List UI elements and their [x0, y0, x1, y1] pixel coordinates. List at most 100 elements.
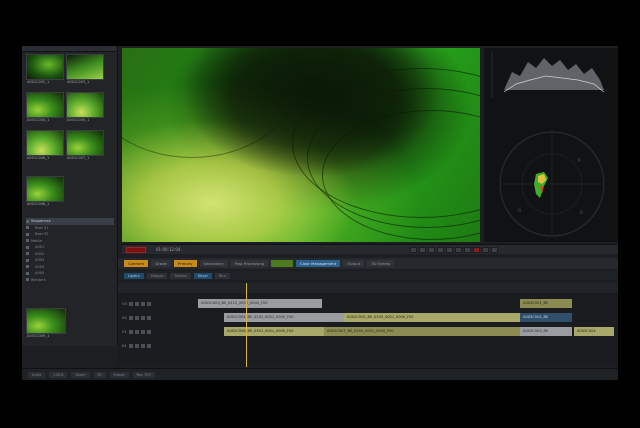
folder-icon [26, 232, 29, 236]
toolbar-button[interactable]: Keyer [194, 272, 212, 279]
record-indicator[interactable] [126, 246, 146, 253]
timeline-clip[interactable]: A001C003_BE_0112_0001_0000_F00 [198, 299, 322, 308]
mode-tab[interactable]: Conform [124, 260, 149, 267]
track-header[interactable]: V3 [122, 299, 192, 309]
track-toggle-icon[interactable] [140, 302, 145, 306]
folder-icon [26, 245, 29, 249]
vectorscope: R G B [499, 131, 605, 237]
toolbar-button[interactable]: Layers [124, 272, 144, 279]
bin-tree-label: Reel 01 [35, 225, 49, 230]
mode-tab[interactable]: Post Processing [230, 260, 269, 267]
bin-tree-label: Sequences [31, 219, 51, 224]
video-scopes: R G B [484, 48, 618, 242]
track-toggle-icon[interactable] [134, 344, 139, 348]
status-item[interactable]: 100% [49, 371, 68, 378]
preview-thumbnail[interactable]: A001C009_1 [26, 308, 66, 338]
timeline-ruler[interactable] [118, 283, 618, 293]
app-window: A001C002_1 A001C003_1 A001C004_1 A001C005_1… [22, 46, 618, 380]
transport-button[interactable] [428, 246, 435, 253]
image-viewer[interactable] [122, 48, 480, 242]
bin-thumbnail[interactable]: A001C005_1 [66, 92, 104, 122]
timeline-clip[interactable]: A002C005_BE_0205_0001_0000_F00 [344, 313, 520, 322]
toolbar-button[interactable]: Tracker [170, 272, 192, 279]
timeline-clip[interactable]: A002C007_BE_0303_0001_0000_F00 [324, 327, 520, 336]
timeline[interactable]: V3 V2 V1 A1 A001C003_BE_0112_0001_0000_F00 A0… [118, 283, 618, 367]
timeline-clip[interactable]: A003C004 [574, 327, 614, 336]
track-header[interactable]: A1 [122, 341, 192, 351]
track-toggle-icon[interactable] [128, 330, 133, 334]
timeline-clip[interactable]: A002C004_BE_0202_0001_0000_F00 [224, 313, 344, 322]
folder-icon [26, 219, 29, 223]
bin-tree-item[interactable]: Renders [26, 277, 114, 284]
track-toggle-icon[interactable] [146, 330, 151, 334]
folder-icon [26, 252, 29, 256]
bin-thumbnail[interactable]: A001C004_1 [26, 92, 64, 122]
timeline-clip[interactable]: A002C006_BE_0301_0001_0000_F00 [224, 327, 324, 336]
transport-button[interactable] [491, 246, 498, 253]
svg-text:R: R [578, 158, 581, 163]
transport-button[interactable] [455, 246, 462, 253]
track-toggle-icon[interactable] [134, 330, 139, 334]
svg-text:B: B [580, 210, 583, 215]
mode-tab[interactable]: Secondary [199, 260, 228, 267]
toolbar-button[interactable]: Blur [214, 272, 231, 279]
mode-tab[interactable]: Grade [151, 260, 171, 267]
thumbnail-label: A001C007_1 [67, 156, 90, 160]
track-toggle-icon[interactable] [146, 344, 151, 348]
track-toggle-icon[interactable] [140, 316, 145, 320]
bin-thumbnail[interactable]: A001C003_1 [66, 54, 104, 84]
track-toggle-icon[interactable] [128, 302, 133, 306]
status-item[interactable]: Frame [109, 371, 129, 378]
mode-tab[interactable]: Primary [173, 260, 197, 267]
mode-tab[interactable] [271, 260, 294, 267]
media-bin: A001C002_1 A001C003_1 A001C004_1 A001C005_1… [22, 46, 118, 346]
mode-tab[interactable]: Output [343, 260, 365, 267]
mode-tab[interactable]: 3D Stereo [367, 260, 395, 267]
transport-buttons [408, 246, 498, 253]
thumbnail-label: A001C002_1 [27, 80, 50, 84]
timeline-clip[interactable]: A003C003_BE [520, 327, 572, 336]
bin-tree-label: A005 [35, 271, 45, 276]
track-toggle-icon[interactable] [146, 302, 151, 306]
track-toggle-icon[interactable] [128, 316, 133, 320]
transport-button[interactable] [410, 246, 417, 253]
folder-icon [26, 271, 29, 275]
track-name: V1 [122, 330, 127, 334]
toolbar-button[interactable]: Shapes [146, 272, 168, 279]
playhead[interactable] [246, 283, 247, 367]
status-item[interactable]: Fit [93, 371, 106, 378]
track-header[interactable]: V2 [122, 313, 192, 323]
track-name: V2 [122, 316, 127, 320]
bin-thumbnail[interactable]: A001C008_1 [26, 176, 64, 206]
bin-tree-label: Media [31, 238, 42, 243]
transport-button[interactable] [437, 246, 444, 253]
track-toggle-icon[interactable] [140, 344, 145, 348]
bin-thumbnail[interactable]: A001C007_1 [66, 130, 104, 160]
waveform-scope [490, 50, 616, 100]
status-item[interactable]: Scale [28, 371, 46, 378]
transport-button[interactable] [419, 246, 426, 253]
svg-text:G: G [518, 208, 521, 213]
status-item[interactable]: Zoom [71, 371, 90, 378]
transport-button[interactable] [473, 246, 480, 253]
bin-tree-label: A001 [35, 245, 45, 250]
timeline-clip[interactable]: A003C002_BE [520, 313, 572, 322]
track-toggle-icon[interactable] [140, 330, 145, 334]
folder-icon [26, 265, 29, 269]
status-item[interactable]: Rec 709 [132, 371, 155, 378]
track-toggle-icon[interactable] [146, 316, 151, 320]
mode-tab[interactable]: Color Management [296, 260, 341, 267]
track-toggle-icon[interactable] [128, 344, 133, 348]
bin-thumbnail[interactable]: A001C006_1 [26, 130, 64, 160]
bin-thumbnail[interactable]: A001C002_1 [26, 54, 64, 84]
timeline-clip[interactable]: A003C001_BE [520, 299, 572, 308]
track-toggle-icon[interactable] [134, 316, 139, 320]
transport-button[interactable] [464, 246, 471, 253]
track-header[interactable]: V1 [122, 327, 192, 337]
secondary-toolbar: Layers Shapes Tracker Keyer Blur [118, 271, 618, 280]
transport-button[interactable] [446, 246, 453, 253]
track-toggle-icon[interactable] [134, 302, 139, 306]
thumbnail-label: A001C006_1 [27, 156, 50, 160]
folder-icon [26, 226, 29, 230]
transport-button[interactable] [482, 246, 489, 253]
